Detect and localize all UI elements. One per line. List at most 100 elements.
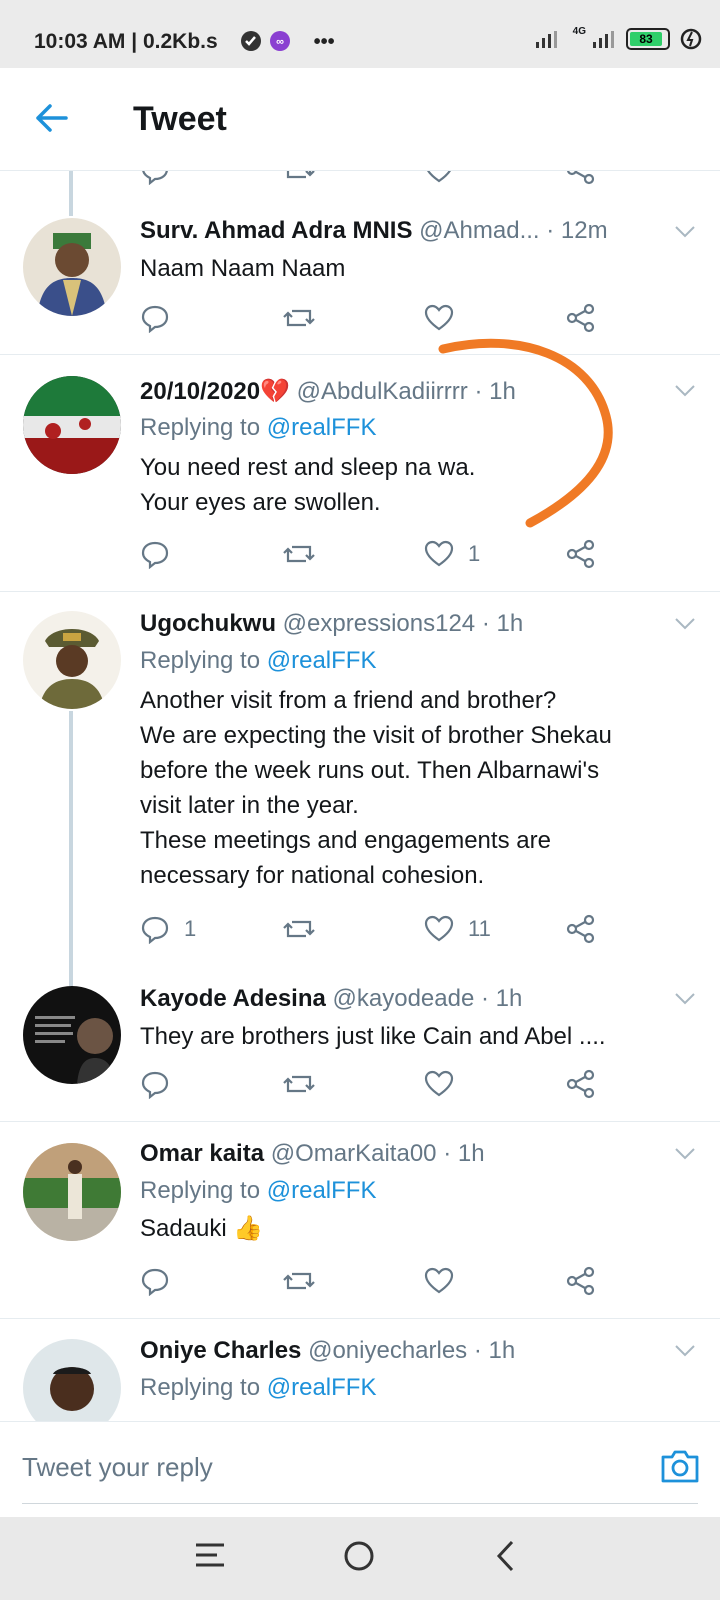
share-button[interactable] xyxy=(566,914,596,944)
share-button[interactable] xyxy=(566,539,596,569)
like-button[interactable]: 1 xyxy=(424,539,480,569)
share-icon[interactable] xyxy=(566,171,596,185)
reply-button[interactable] xyxy=(140,1266,184,1296)
tweet-text: You need rest and sleep na wa. Your eyes… xyxy=(140,450,700,520)
share-button[interactable] xyxy=(566,1266,596,1296)
avatar[interactable] xyxy=(23,218,121,316)
replying-label: Replying to xyxy=(140,1374,261,1401)
author-name[interactable]: Ugochukwu xyxy=(140,610,276,637)
tweet-text-line: These meetings and engagements are xyxy=(140,827,551,854)
chevron-down-icon[interactable] xyxy=(674,617,696,631)
avatar[interactable] xyxy=(23,1143,121,1241)
chevron-down-icon[interactable] xyxy=(674,1147,696,1161)
tweet-actions: 1 xyxy=(140,539,620,571)
retweet-icon[interactable] xyxy=(282,171,316,185)
tweet-text-line: You need rest and sleep na wa. xyxy=(140,454,476,481)
reply-composer[interactable]: Tweet your reply xyxy=(0,1421,720,1518)
tweet-item[interactable]: Omar kaita @OmarKaita00 · 1h Replying to… xyxy=(0,1121,720,1319)
reply-button[interactable] xyxy=(140,303,184,333)
avatar[interactable] xyxy=(23,986,121,1084)
retweet-icon xyxy=(283,1272,315,1290)
retweet-button[interactable] xyxy=(282,1266,316,1296)
retweet-button[interactable] xyxy=(282,914,316,944)
tweet-time: · 1h xyxy=(473,1337,516,1364)
back-nav-icon[interactable] xyxy=(494,1539,518,1573)
reply-button[interactable]: 1 xyxy=(140,914,196,944)
battery-icon: 83 xyxy=(626,28,670,50)
tweet-actions-partial xyxy=(140,171,620,187)
author-name[interactable]: Surv. Ahmad Adra MNIS xyxy=(140,217,412,244)
like-count: 1 xyxy=(468,541,481,566)
more-notifications-icon: ••• xyxy=(313,31,335,53)
replying-to: Replying to @realFFK xyxy=(140,414,376,442)
like-button[interactable]: 11 xyxy=(424,914,491,944)
reply-button[interactable] xyxy=(140,539,184,569)
like-icon[interactable] xyxy=(424,171,454,185)
tweet-item[interactable]: Surv. Ahmad Adra MNIS @Ahmad... · 12m Na… xyxy=(0,191,720,355)
retweet-icon xyxy=(283,545,315,563)
author-name[interactable]: Oniye Charles xyxy=(140,1337,301,1364)
tweet-item[interactable]: Kayode Adesina @kayodeade · 1h They are … xyxy=(0,966,720,1122)
tweet-author: Oniye Charles @oniyecharles · 1h xyxy=(140,1337,515,1365)
replying-label: Replying to xyxy=(140,414,261,441)
avatar[interactable] xyxy=(23,611,121,709)
replying-handle-link[interactable]: @realFFK xyxy=(267,414,377,441)
signal-icon-2 xyxy=(593,31,614,48)
share-button[interactable] xyxy=(566,1069,596,1099)
status-notification-icons: ∞ ••• xyxy=(240,30,335,54)
avatar[interactable] xyxy=(23,1339,121,1421)
author-handle: @OmarKaita00 xyxy=(270,1140,437,1167)
retweet-button[interactable] xyxy=(282,303,316,333)
tweet-item[interactable]: Oniye Charles @oniyecharles · 1h Replyin… xyxy=(0,1318,720,1421)
like-button[interactable] xyxy=(424,303,468,333)
replying-handle-link[interactable]: @realFFK xyxy=(267,1374,377,1401)
share-button[interactable] xyxy=(566,303,596,333)
replying-handle-link[interactable]: @realFFK xyxy=(267,647,377,674)
tweet-text: Sadauki 👍 xyxy=(140,1215,264,1242)
reply-icon xyxy=(141,1071,169,1099)
retweet-button[interactable] xyxy=(282,539,316,569)
chevron-down-icon[interactable] xyxy=(674,992,696,1006)
tweet-author: Omar kaita @OmarKaita00 · 1h xyxy=(140,1140,485,1168)
camera-icon[interactable] xyxy=(660,1448,700,1484)
tweet-text-line: before the week runs out. Then Albarnawi… xyxy=(140,757,600,784)
like-button[interactable] xyxy=(424,1069,468,1099)
retweet-button[interactable] xyxy=(282,1069,316,1099)
reply-icon xyxy=(141,1268,169,1296)
author-name[interactable]: Omar kaita xyxy=(140,1140,264,1167)
reply-input[interactable]: Tweet your reply xyxy=(22,1452,213,1483)
back-arrow-icon[interactable] xyxy=(34,102,68,134)
like-count: 11 xyxy=(468,916,491,941)
author-name[interactable]: Kayode Adesina xyxy=(140,985,326,1012)
home-icon[interactable] xyxy=(342,1539,376,1573)
reply-button[interactable] xyxy=(140,1069,184,1099)
tweet-author: Ugochukwu @expressions124 · 1h xyxy=(140,610,523,638)
reply-icon[interactable] xyxy=(140,171,170,185)
reply-icon xyxy=(141,541,169,569)
retweet-icon xyxy=(283,1075,315,1093)
like-button[interactable] xyxy=(424,1266,468,1296)
signal-icon xyxy=(535,31,557,48)
tweet-item[interactable]: 20/10/2020💔 @AbdulKadiirrrr · 1h Replyin… xyxy=(0,354,720,592)
share-icon xyxy=(566,539,595,569)
tweet-author: Kayode Adesina @kayodeade · 1h xyxy=(140,985,522,1013)
replying-handle-link[interactable]: @realFFK xyxy=(267,1177,377,1204)
author-name[interactable]: 20/10/2020💔 xyxy=(140,378,290,405)
reply-feed[interactable]: Surv. Ahmad Adra MNIS @Ahmad... · 12m Na… xyxy=(0,171,720,1421)
tweet-text: Another visit from a friend and brother?… xyxy=(140,683,700,893)
like-icon xyxy=(424,1267,454,1294)
replying-to: Replying to @realFFK xyxy=(140,1177,376,1205)
like-icon xyxy=(424,1070,454,1097)
charging-icon xyxy=(680,28,702,50)
replying-to: Replying to @realFFK xyxy=(140,647,376,675)
status-bar: 10:03 AM | 0.2Kb.s ∞ ••• 4G 83 xyxy=(0,0,720,68)
chevron-down-icon[interactable] xyxy=(674,225,696,239)
chevron-down-icon[interactable] xyxy=(674,384,696,398)
like-icon xyxy=(424,915,454,942)
tweet-time: · 1h xyxy=(481,610,524,637)
author-handle: @AbdulKadiirrrr xyxy=(296,378,468,405)
tweet-text-line: Your eyes are swollen. xyxy=(140,489,381,516)
recent-apps-icon[interactable] xyxy=(193,1539,227,1571)
avatar[interactable] xyxy=(23,376,121,474)
chevron-down-icon[interactable] xyxy=(674,1344,696,1358)
